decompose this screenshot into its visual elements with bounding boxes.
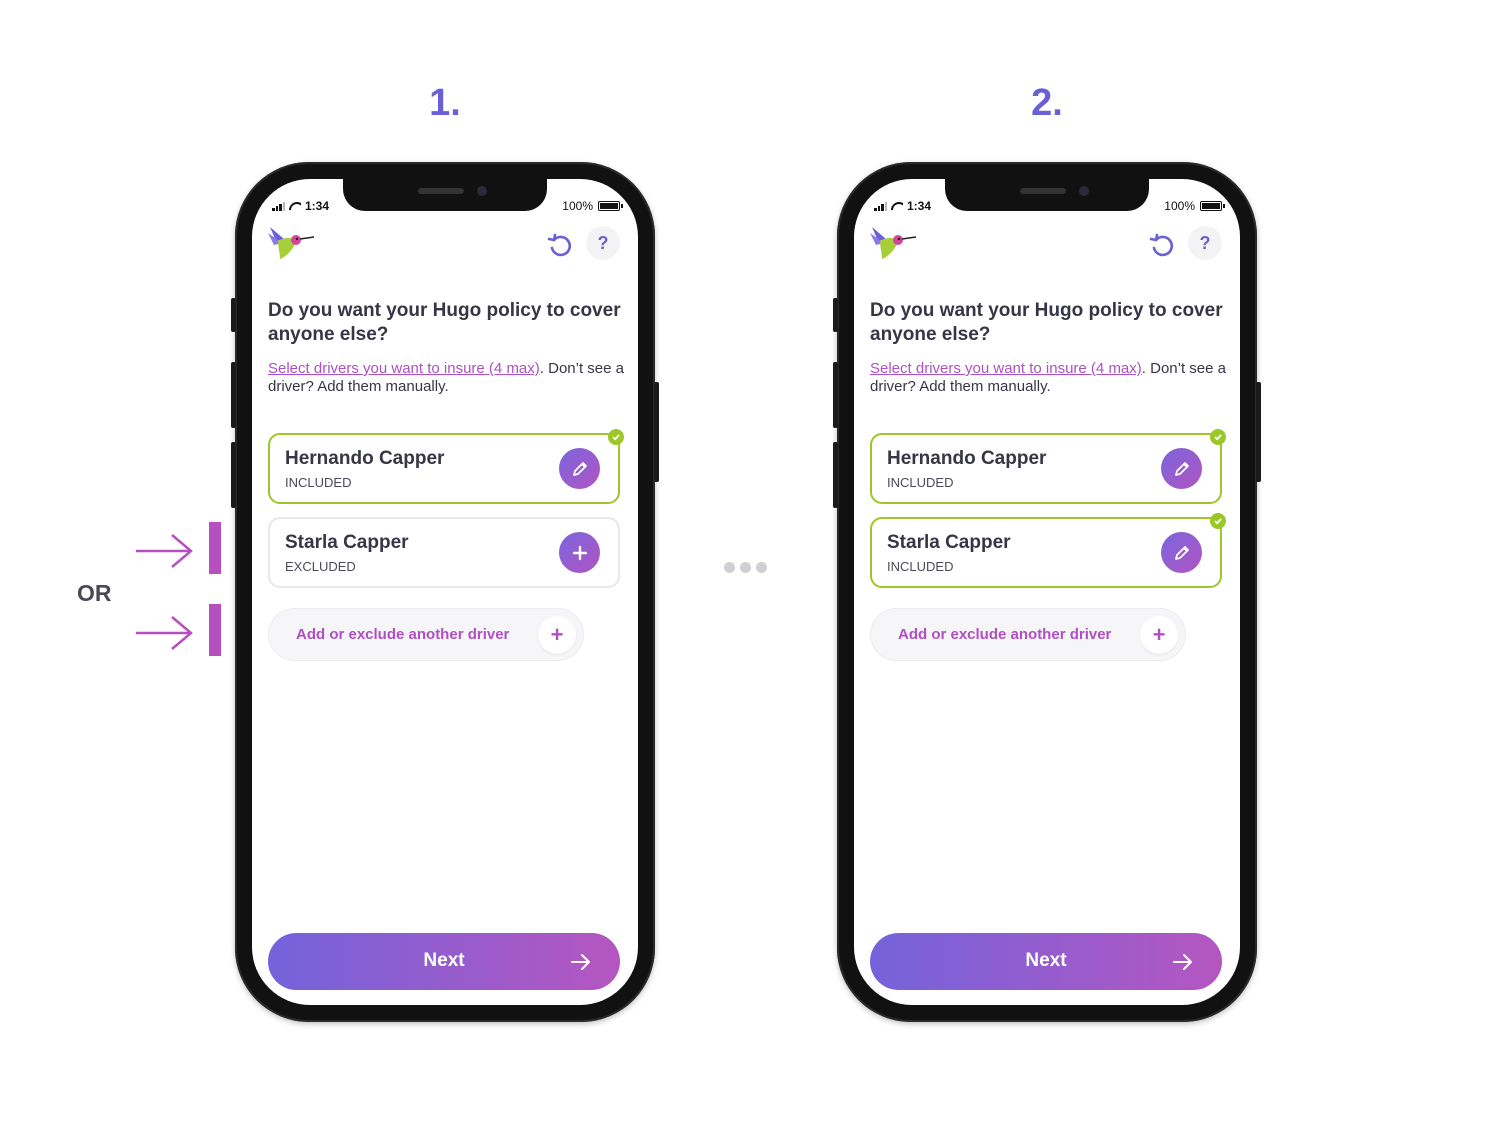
battery-icon (1200, 201, 1225, 211)
edit-driver-button[interactable] (1161, 532, 1202, 573)
app-screen: 1:34 100% ? Do you want your Hugo policy… (854, 179, 1240, 1005)
plus-icon: + (1140, 616, 1178, 654)
reset-icon[interactable] (546, 231, 576, 261)
select-drivers-link[interactable]: Select drivers you want to insure (4 max… (268, 360, 540, 377)
driver-status: INCLUDED (887, 559, 954, 574)
page-title: Do you want your Hugo policy to cover an… (870, 300, 1223, 345)
signal-icon (272, 201, 285, 211)
arrow-right-icon (1173, 954, 1192, 970)
driver-status: INCLUDED (285, 475, 352, 490)
driver-card-hernando[interactable]: Hernando Capper INCLUDED (268, 429, 624, 504)
status-bar-time: 1:34 (272, 199, 329, 213)
select-drivers-link[interactable]: Select drivers you want to insure (4 max… (870, 360, 1142, 377)
step-number-1: 1. (429, 82, 461, 124)
add-driver-button[interactable]: Add or exclude another driver + (268, 608, 584, 661)
add-driver-label: Add or exclude another driver (898, 626, 1112, 643)
pencil-icon (1174, 461, 1189, 476)
status-bar-time: 1:34 (874, 199, 931, 213)
wifi-icon (289, 202, 301, 211)
check-icon (608, 429, 624, 445)
app-screen: 1:34 100% ? Do you want your Hugo policy… (252, 179, 638, 1005)
status-bar-battery: 100% (562, 199, 623, 213)
reset-icon[interactable] (1148, 231, 1178, 261)
helper-text: Select drivers you want to insure (4 max… (268, 360, 624, 395)
pencil-icon (572, 461, 587, 476)
progress-dots (724, 562, 767, 573)
helper-text: Select drivers you want to insure (4 max… (870, 360, 1226, 395)
page-title: Do you want your Hugo policy to cover an… (268, 300, 621, 345)
phone-frame-1: 1:34 100% ? Do you want your Hugo policy… (231, 162, 659, 1022)
driver-card-starla[interactable]: Starla Capper EXCLUDED (268, 517, 620, 588)
add-driver-button[interactable]: Add or exclude another driver + (870, 608, 1186, 661)
wifi-icon (891, 202, 903, 211)
driver-status: EXCLUDED (285, 559, 356, 574)
plus-icon (572, 545, 587, 560)
hummingbird-logo (870, 227, 917, 259)
status-bar-battery: 100% (1164, 199, 1225, 213)
signal-icon (874, 201, 887, 211)
arrow-right-icon (571, 954, 590, 970)
pencil-icon (1174, 545, 1189, 560)
next-label: Next (1025, 950, 1067, 971)
arrow-right-icon (136, 616, 193, 650)
step-number-2: 2. (1031, 82, 1063, 124)
plus-icon: + (538, 616, 576, 654)
driver-name: Hernando Capper (887, 448, 1047, 469)
help-button[interactable]: ? (586, 226, 620, 260)
highlight-bar (209, 522, 221, 574)
check-icon (1210, 513, 1226, 529)
include-driver-button[interactable] (559, 532, 600, 573)
phone-frame-2: 1:34 100% ? Do you want your Hugo policy… (833, 162, 1261, 1022)
hummingbird-logo (268, 227, 315, 259)
battery-icon (598, 201, 623, 211)
next-button[interactable]: Next (870, 933, 1222, 990)
edit-driver-button[interactable] (559, 448, 600, 489)
driver-card-hernando[interactable]: Hernando Capper INCLUDED (870, 429, 1226, 504)
highlight-bar (209, 604, 221, 656)
add-driver-label: Add or exclude another driver (296, 626, 510, 643)
driver-status: INCLUDED (887, 475, 954, 490)
help-button[interactable]: ? (1188, 226, 1222, 260)
driver-name: Hernando Capper (285, 448, 445, 469)
driver-card-starla[interactable]: Starla Capper INCLUDED (870, 513, 1226, 588)
or-label: OR (77, 580, 112, 606)
next-button[interactable]: Next (268, 933, 620, 990)
edit-driver-button[interactable] (1161, 448, 1202, 489)
next-label: Next (423, 950, 465, 971)
driver-name: Starla Capper (285, 532, 409, 553)
arrow-right-icon (136, 534, 193, 568)
driver-name: Starla Capper (887, 532, 1011, 553)
check-icon (1210, 429, 1226, 445)
